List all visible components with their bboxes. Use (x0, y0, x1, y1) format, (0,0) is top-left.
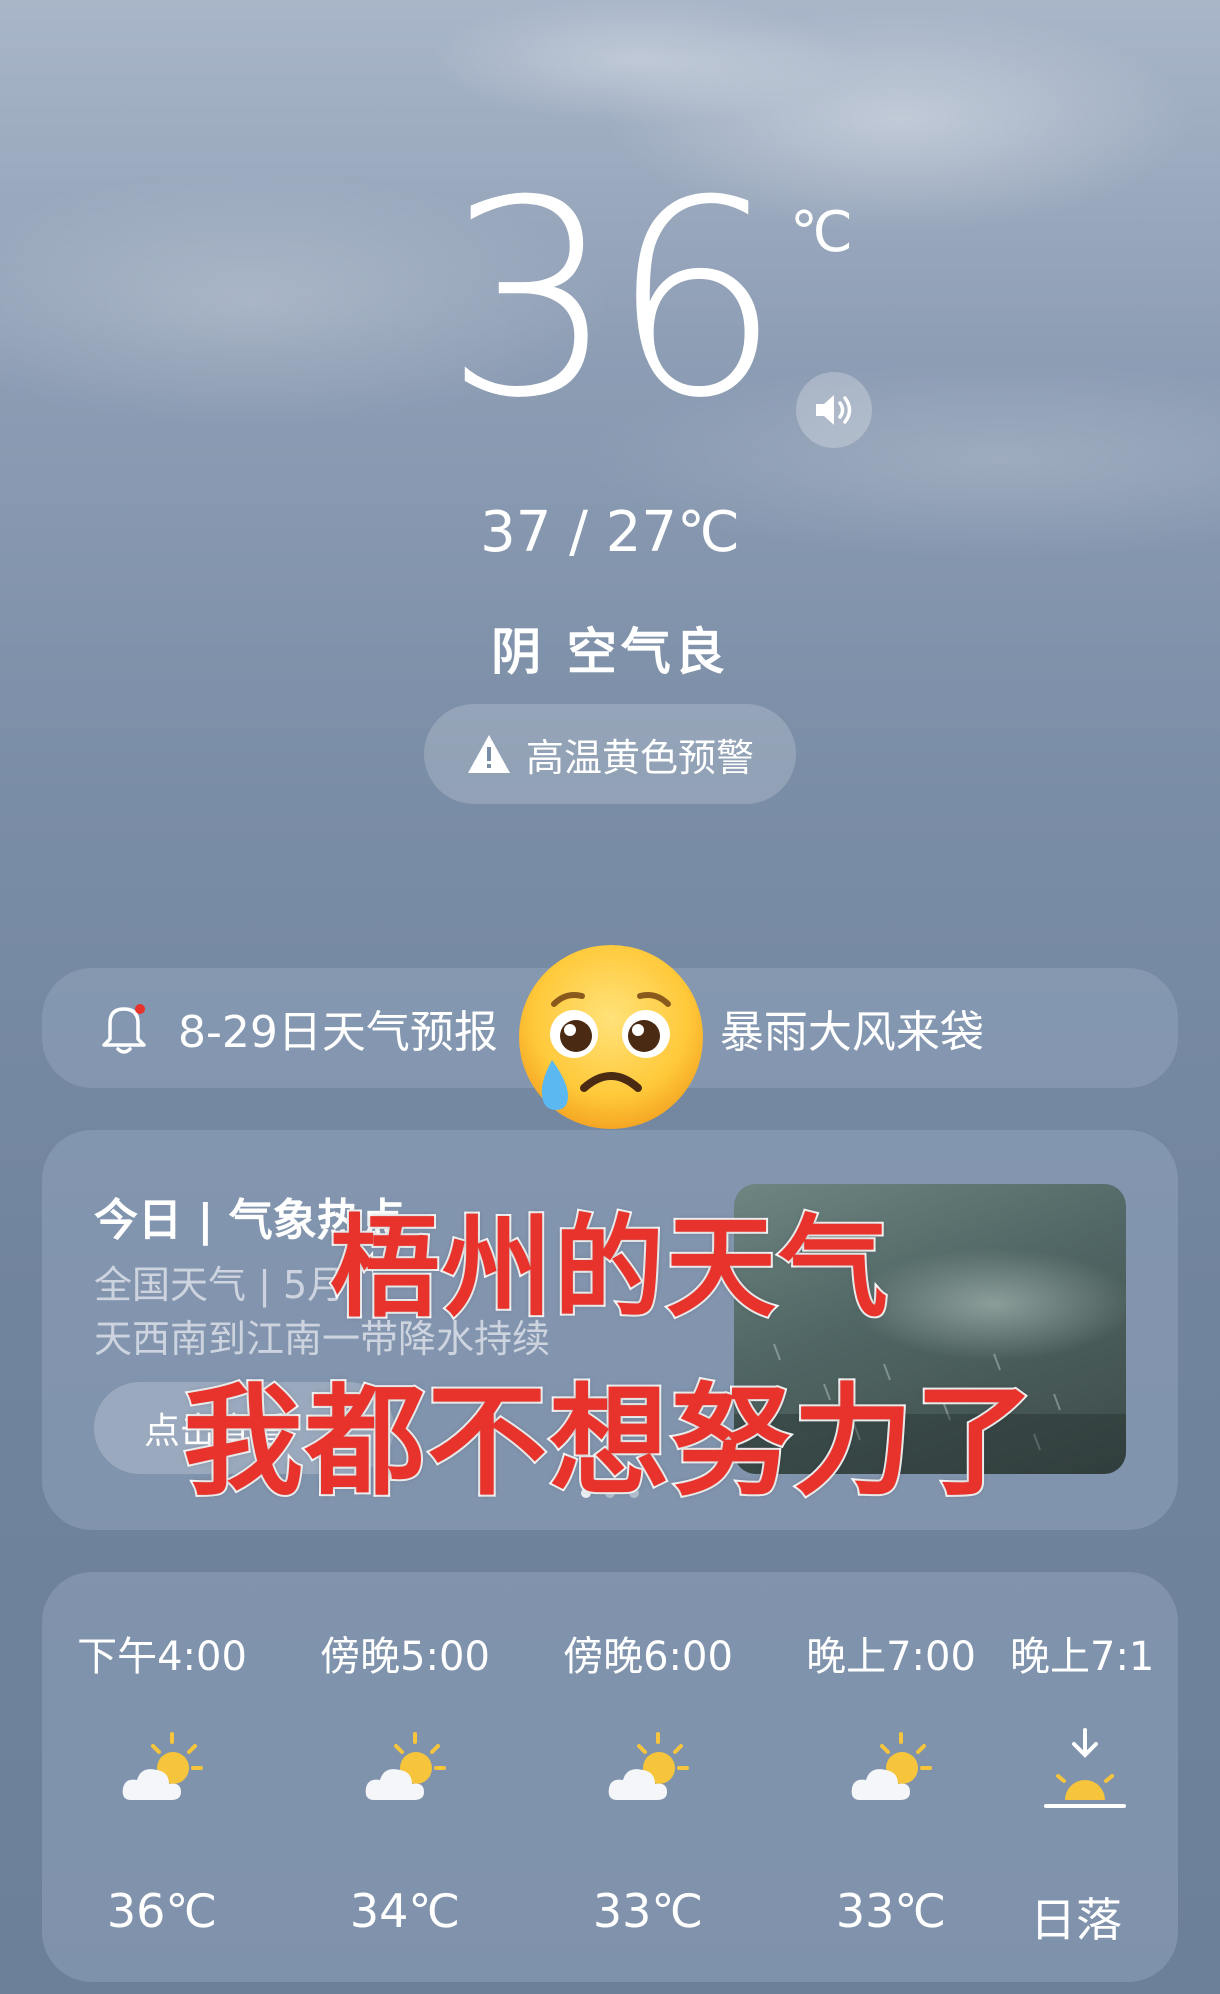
partly-cloudy-sun-icon (365, 1732, 446, 1800)
caption-line-2: 我都不想努力了 (181, 1371, 1037, 1514)
hourly-time: 下午4:00 (77, 1634, 247, 1680)
hourly-time: 傍晚5:00 (320, 1634, 490, 1680)
hourly-temp: 36℃ (106, 1884, 218, 1938)
hourly-temp: 34℃ (349, 1884, 461, 1938)
partly-cloudy-sun-icon (608, 1732, 689, 1800)
hourly-time: 晚上7:1 (1010, 1634, 1155, 1680)
hourly-forecast-card[interactable]: 下午4:00 36℃ 傍晚5:00 34℃ 傍晚6:00 33℃ 晚上7:00 … (42, 1572, 1178, 1982)
hourly-item[interactable]: 晚上7:00 33℃ (771, 1624, 1011, 1938)
crying-face-emoji-icon (519, 945, 703, 1129)
notice-text-left: 8-29日天气预报 (178, 1007, 498, 1058)
hourly-item[interactable]: 傍晚6:00 33℃ (528, 1624, 768, 1938)
current-temperature: 36 (444, 142, 782, 457)
alert-label: 高温黄色预警 (525, 735, 754, 780)
hourly-item[interactable]: 下午4:00 36℃ (42, 1624, 282, 1938)
hourly-sunset-label: 日落 (1030, 1893, 1122, 1947)
weather-condition: 阴 空气良 (491, 623, 729, 681)
temperature-range: 37 / 27℃ (480, 500, 740, 565)
hourly-item[interactable]: 晚上7:1 日落 (992, 1624, 1178, 1950)
speaker-icon (816, 395, 852, 425)
voice-broadcast-button[interactable] (796, 372, 872, 448)
hourly-item[interactable]: 傍晚5:00 34℃ (285, 1624, 525, 1938)
notice-text-right: 暴雨大风来袋 (719, 1007, 984, 1058)
sunset-icon (1044, 1728, 1126, 1808)
hourly-time: 傍晚6:00 (563, 1634, 733, 1680)
warning-icon (467, 735, 510, 773)
temperature-unit: ℃ (790, 200, 853, 265)
weather-alert-button[interactable]: 高温黄色预警 (424, 704, 796, 804)
hourly-time: 晚上7:00 (806, 1634, 976, 1680)
bell-icon (102, 1004, 146, 1054)
hourly-temp: 33℃ (592, 1884, 704, 1938)
partly-cloudy-sun-icon (122, 1732, 203, 1800)
hourly-temp: 33℃ (835, 1884, 947, 1938)
partly-cloudy-sun-icon (851, 1732, 932, 1800)
caption-line-1: 梧州的天气 (328, 1202, 890, 1334)
